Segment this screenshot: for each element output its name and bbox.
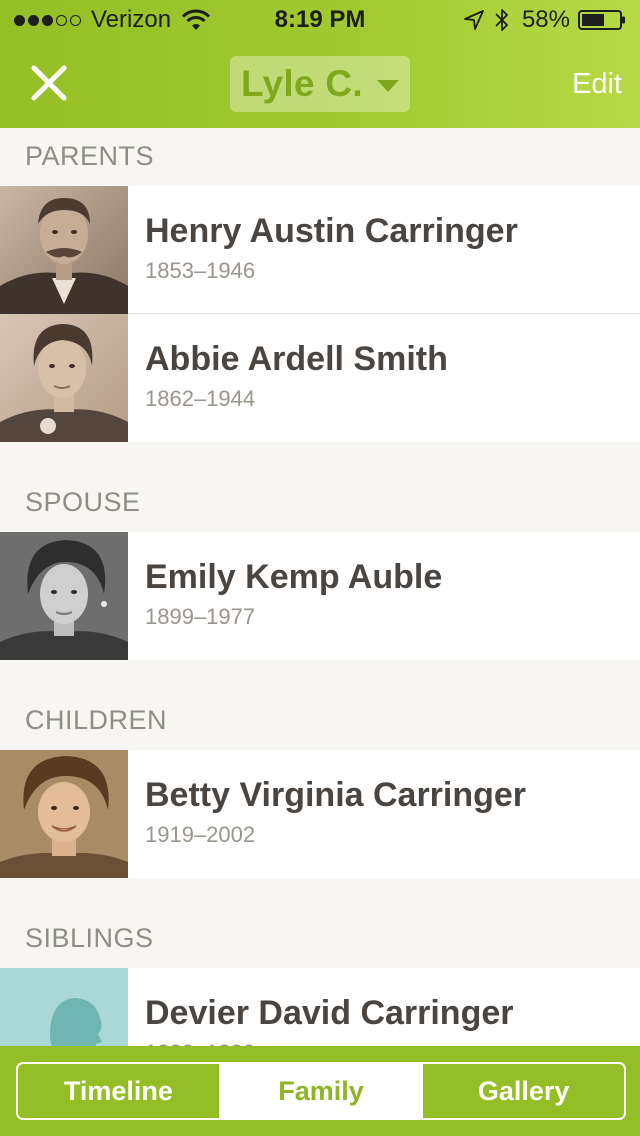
- person-selector-button[interactable]: Lyle C.: [230, 56, 410, 112]
- battery-icon: [578, 10, 625, 30]
- tab-gallery[interactable]: Gallery: [421, 1064, 624, 1118]
- status-bar: Verizon 8:19 PM 58%: [0, 0, 640, 40]
- person-name: Emily Kemp Auble: [145, 558, 443, 596]
- segmented-control: Timeline Family Gallery: [16, 1062, 626, 1120]
- bluetooth-icon: [495, 9, 508, 31]
- person-photo: [0, 750, 128, 878]
- person-name: Betty Virginia Carringer: [145, 776, 527, 814]
- person-dates: 1899–1977: [145, 604, 256, 629]
- person-dates: 1853–1946: [145, 258, 256, 283]
- status-right: 58%: [464, 6, 626, 34]
- person-row[interactable]: Betty Virginia Carringer 1919–2002: [0, 750, 640, 878]
- edit-button[interactable]: Edit: [572, 68, 622, 101]
- close-icon[interactable]: [30, 64, 68, 102]
- person-row[interactable]: Abbie Ardell Smith 1862–1944: [0, 314, 640, 442]
- bottom-tab-bar: Timeline Family Gallery: [0, 1046, 640, 1136]
- person-row[interactable]: Emily Kemp Auble 1899–1977: [0, 532, 640, 660]
- person-name: Devier David Carringer: [145, 994, 514, 1032]
- person-dates: 1862–1944: [145, 386, 256, 411]
- nav-bar: Lyle C. Edit: [0, 40, 640, 128]
- person-photo: [0, 186, 128, 314]
- section-header-children: CHILDREN: [25, 705, 168, 735]
- header-bar: Verizon 8:19 PM 58% Lyle C. Edit: [0, 0, 640, 128]
- person-dates: 1919–2002: [145, 822, 256, 847]
- section-header-siblings: SIBLINGS: [25, 923, 154, 953]
- person-name: Abbie Ardell Smith: [145, 340, 448, 378]
- person-photo: [0, 532, 128, 660]
- chevron-down-icon: [377, 80, 400, 92]
- person-selector-label: Lyle C.: [240, 63, 364, 104]
- person-row[interactable]: Henry Austin Carringer 1853–1946: [0, 186, 640, 314]
- person-name: Henry Austin Carringer: [145, 212, 518, 250]
- tab-timeline[interactable]: Timeline: [18, 1064, 219, 1118]
- person-photo: [0, 314, 128, 442]
- battery-percent: 58%: [521, 6, 570, 33]
- tab-family[interactable]: Family: [218, 1064, 422, 1118]
- section-header-parents: PARENTS: [25, 141, 155, 171]
- section-header-spouse: SPOUSE: [25, 487, 141, 517]
- location-arrow-icon: [464, 10, 484, 30]
